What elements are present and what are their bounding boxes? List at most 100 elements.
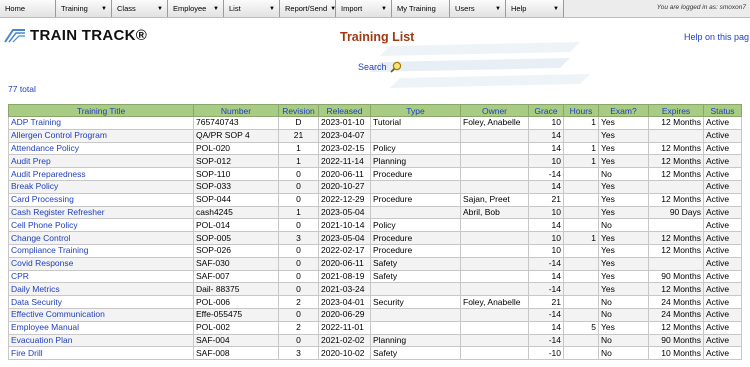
menu-my-training[interactable]: My Training <box>392 0 450 17</box>
help-link[interactable]: Help on this pag <box>684 32 749 42</box>
menu-report-send[interactable]: Report/Send ▼ <box>280 0 336 17</box>
training-title-link[interactable]: CPR <box>8 269 194 284</box>
column-header-owner[interactable]: Owner <box>460 104 529 117</box>
column-header-exam-[interactable]: Exam? <box>598 104 649 117</box>
table-row[interactable]: Cell Phone Policy POL-014 0 2021-10-14 Polic… <box>8 218 742 233</box>
cell-owner <box>460 179 529 194</box>
menu-users[interactable]: Users ▼ <box>450 0 506 17</box>
training-title-link[interactable]: Daily Metrics <box>8 282 194 297</box>
table-row[interactable]: Audit Prep SOP-012 1 2022-11-14 Planning 10 1 Y… <box>8 154 742 169</box>
column-header-hours[interactable]: Hours <box>563 104 599 117</box>
cell-status: Active <box>703 256 742 271</box>
table-row[interactable]: Compliance Training SOP-026 0 2022-02-17 Pro… <box>8 243 742 258</box>
table-row[interactable]: Daily Metrics Dail- 88375 0 2021-03-24 -14 Ye… <box>8 282 742 297</box>
table-row[interactable]: Attendance Policy POL-020 1 2023-02-15 Polic… <box>8 141 742 156</box>
table-row[interactable]: ADP Training 765740743 D 2023-01-10 Tutorial… <box>8 116 742 130</box>
cell-exam-: No <box>598 307 649 322</box>
column-header-training-title[interactable]: Training Title <box>8 104 194 117</box>
cell-exam-: Yes <box>598 231 649 245</box>
menu-label: Home <box>5 4 26 13</box>
cell-number: POL-014 <box>193 218 279 233</box>
cell-grace: 21 <box>528 192 564 207</box>
column-header-expires[interactable]: Expires <box>648 104 704 117</box>
cell-expires: 12 Months <box>648 116 704 130</box>
menu-import[interactable]: Import ▼ <box>336 0 392 17</box>
cell-hours <box>563 218 599 233</box>
menu-training[interactable]: Training ▼ <box>56 0 112 17</box>
table-row[interactable]: Evacuation Plan SAF-004 0 2021-02-02 Plannin… <box>8 333 742 348</box>
table-row[interactable]: Audit Preparedness SOP-110 0 2020-06-11 Proc… <box>8 167 742 181</box>
menu-employee[interactable]: Employee ▼ <box>168 0 224 17</box>
cell-status: Active <box>703 333 742 348</box>
cell-type: Safety <box>370 269 461 284</box>
table-row[interactable]: Change Control SOP-005 3 2023-05-04 Procedur… <box>8 231 742 245</box>
table-row[interactable]: Covid Response SAF-030 0 2020-06-11 Safety -1… <box>8 256 742 271</box>
cell-expires <box>648 179 704 194</box>
menu-help[interactable]: Help ▼ <box>506 0 564 17</box>
table-row[interactable]: Allergen Control Program QA/PR SOP 4 21 202… <box>8 128 742 143</box>
training-title-link[interactable]: Effective Communication <box>8 307 194 322</box>
training-title-link[interactable]: Data Security <box>8 295 194 309</box>
training-title-link[interactable]: Cash Register Refresher <box>8 205 194 220</box>
cell-owner <box>460 346 529 361</box>
column-header-type[interactable]: Type <box>370 104 461 117</box>
column-header-number[interactable]: Number <box>193 104 279 117</box>
cell-number: Effe-055475 <box>193 307 279 322</box>
cell-released: 2023-05-04 <box>318 231 371 245</box>
column-header-grace[interactable]: Grace <box>528 104 564 117</box>
cell-number: SOP-012 <box>193 154 279 169</box>
cell-exam-: No <box>598 167 649 181</box>
training-table: Training Title Number Revision Released Type… <box>8 104 742 361</box>
table-row[interactable]: Break Policy SOP-033 0 2020-10-27 14 Yes Activ… <box>8 179 742 194</box>
cell-revision: 0 <box>278 333 319 348</box>
cell-grace: 10 <box>528 116 564 130</box>
table-row[interactable]: Effective Communication Effe-055475 0 2020-… <box>8 307 742 322</box>
cell-grace: 10 <box>528 231 564 245</box>
menu-home[interactable]: Home <box>0 0 56 17</box>
table-row[interactable]: Data Security POL-006 2 2023-04-01 Security F… <box>8 295 742 309</box>
cell-released: 2021-08-19 <box>318 269 371 284</box>
column-header-status[interactable]: Status <box>703 104 742 117</box>
cell-exam-: No <box>598 295 649 309</box>
cell-released: 2021-03-24 <box>318 282 371 297</box>
search-button[interactable]: Search <box>358 61 402 73</box>
cell-owner <box>460 269 529 284</box>
table-row[interactable]: Fire Drill SAF-008 3 2020-10-02 Safety -10 No 1… <box>8 346 742 361</box>
cell-revision: 21 <box>278 128 319 143</box>
column-header-revision[interactable]: Revision <box>278 104 319 117</box>
table-row[interactable]: Card Processing SOP-044 0 2022-12-29 Procedu… <box>8 192 742 207</box>
table-row[interactable]: Employee Manual POL-002 2 2022-11-01 14 5 Yes 1… <box>8 320 742 335</box>
training-title-link[interactable]: Break Policy <box>8 179 194 194</box>
cell-exam-: Yes <box>598 282 649 297</box>
logo-text: TRAIN TRACK® <box>30 27 148 44</box>
training-title-link[interactable]: Card Processing <box>8 192 194 207</box>
train-track-logo: TRAIN TRACK® <box>4 27 147 44</box>
table-row[interactable]: CPR SAF-007 0 2021-08-19 Safety 14 Yes 90 Month… <box>8 269 742 284</box>
column-header-released[interactable]: Released <box>318 104 371 117</box>
training-title-link[interactable]: Cell Phone Policy <box>8 218 194 233</box>
cell-revision: 1 <box>278 154 319 169</box>
cell-released: 2020-10-02 <box>318 346 371 361</box>
cell-type <box>370 320 461 335</box>
training-title-link[interactable]: ADP Training <box>8 116 194 130</box>
cell-revision: 0 <box>278 218 319 233</box>
training-title-link[interactable]: Change Control <box>8 231 194 245</box>
menu-class[interactable]: Class ▼ <box>112 0 168 17</box>
cell-status: Active <box>703 243 742 258</box>
cell-number: POL-006 <box>193 295 279 309</box>
cell-number: Dail- 88375 <box>193 282 279 297</box>
training-title-link[interactable]: Attendance Policy <box>8 141 194 156</box>
training-title-link[interactable]: Audit Prep <box>8 154 194 169</box>
cell-expires: 12 Months <box>648 141 704 156</box>
training-title-link[interactable]: Fire Drill <box>8 346 194 361</box>
table-row[interactable]: Cash Register Refresher cash4245 1 2023-05-… <box>8 205 742 220</box>
menu-list[interactable]: List ▼ <box>224 0 280 17</box>
training-title-link[interactable]: Allergen Control Program <box>8 128 194 143</box>
training-title-link[interactable]: Audit Preparedness <box>8 167 194 181</box>
training-title-link[interactable]: Employee Manual <box>8 320 194 335</box>
menu-bar: Home Training ▼ Class ▼ Employee ▼ List ▼ Report/… <box>0 0 750 18</box>
training-title-link[interactable]: Covid Response <box>8 256 194 271</box>
training-title-link[interactable]: Evacuation Plan <box>8 333 194 348</box>
training-title-link[interactable]: Compliance Training <box>8 243 194 258</box>
cell-exam-: Yes <box>598 192 649 207</box>
